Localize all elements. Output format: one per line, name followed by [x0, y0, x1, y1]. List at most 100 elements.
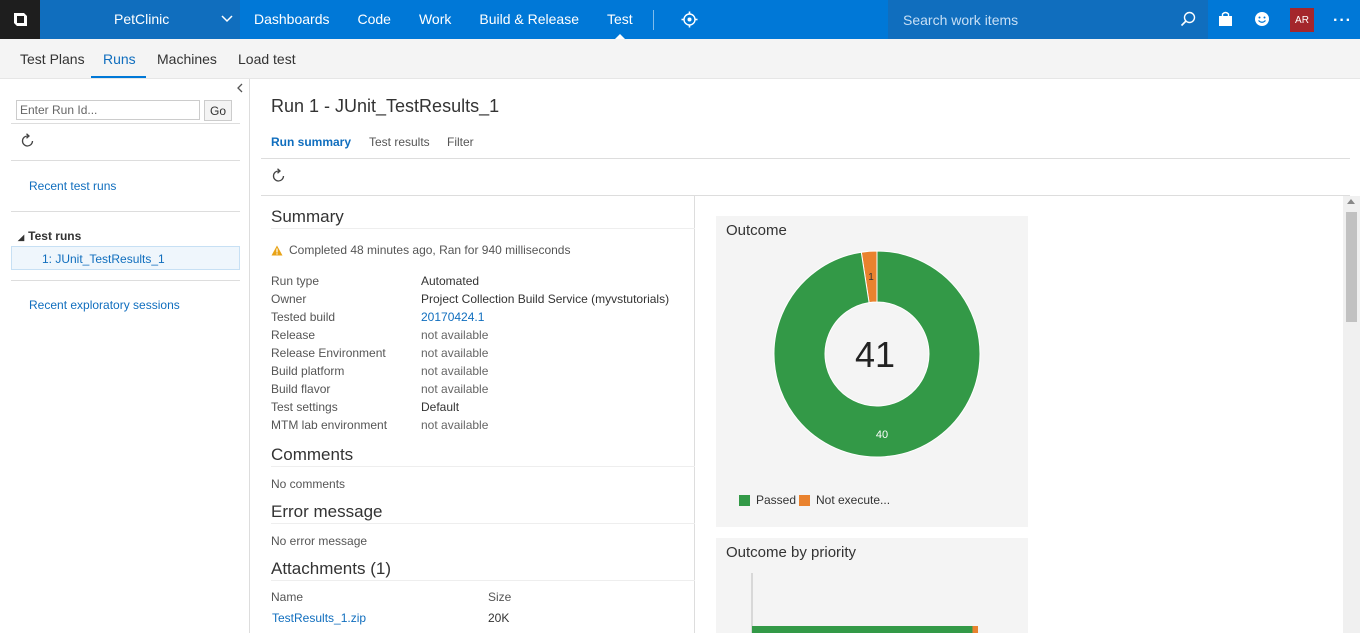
legend-passed: Passed	[739, 493, 796, 507]
data-label-not-executed: 1	[868, 272, 874, 283]
more-options-icon[interactable]: ···	[1333, 12, 1352, 30]
tab-run-summary[interactable]: Run summary	[271, 135, 351, 149]
scroll-up-arrow-icon[interactable]	[1347, 199, 1355, 204]
field-label: Release Environment	[271, 346, 386, 360]
field-label: Owner	[271, 292, 307, 306]
test-runs-header-label: Test runs	[28, 229, 82, 243]
legend-swatch-passed	[739, 494, 750, 506]
nav-work[interactable]: Work	[419, 0, 479, 39]
tab-runs[interactable]: Runs	[103, 51, 136, 67]
field-value: not available	[421, 364, 489, 378]
field-label: Run type	[271, 274, 320, 288]
divider	[11, 211, 240, 212]
avatar[interactable]: AR	[1290, 8, 1314, 32]
outcome-by-priority-chart[interactable]	[716, 573, 1028, 633]
nav-test[interactable]: Test	[607, 0, 647, 39]
legend-not-executed: Not execute...	[799, 493, 890, 507]
divider	[271, 466, 695, 467]
legend-label: Passed	[756, 493, 797, 507]
field-label: Test settings	[271, 400, 338, 414]
scroll-thumb[interactable]	[1346, 212, 1357, 322]
outcome-chart-title: Outcome	[726, 222, 787, 239]
go-button[interactable]: Go	[204, 100, 232, 121]
test-run-item[interactable]: 1: JUnit_TestResults_1	[11, 246, 240, 270]
run-id-input[interactable]	[16, 100, 200, 120]
field-value: not available	[421, 346, 489, 360]
collapse-pane-icon[interactable]	[236, 83, 244, 96]
tab-test-results[interactable]: Test results	[369, 135, 430, 149]
attachments-column-name: Name	[271, 590, 304, 604]
nav-dashboards[interactable]: Dashboards	[254, 0, 358, 39]
outcome-by-priority-title: Outcome by priority	[726, 544, 857, 561]
field-label: MTM lab environment	[271, 418, 388, 432]
scrollbar[interactable]	[1343, 196, 1360, 633]
field-label: Tested build	[271, 310, 336, 324]
tab-machines[interactable]: Machines	[157, 51, 217, 67]
bar-passed[interactable]	[752, 626, 973, 633]
attachment-link[interactable]: TestResults_1.zip	[272, 611, 366, 625]
legend-label: Not execute...	[816, 493, 891, 507]
field-value: not available	[421, 328, 489, 342]
tab-load-test[interactable]: Load test	[238, 51, 296, 67]
top-bar: PetClinic Dashboards Code Work Build & R…	[0, 0, 1360, 39]
nav-separator	[653, 10, 654, 30]
active-tab-underline	[91, 76, 146, 78]
nav-build-release[interactable]: Build & Release	[479, 0, 607, 39]
nav-code[interactable]: Code	[358, 0, 419, 39]
divider	[11, 280, 240, 281]
left-pane: Go Recent test runs ◢Test runs 1: JUnit_…	[0, 79, 250, 633]
field-value: Automated	[421, 274, 480, 288]
tested-build-link[interactable]: 20170424.1	[421, 310, 484, 324]
search-input[interactable]	[888, 0, 1168, 39]
outcome-chart-card: Outcome 1 40 41 Passed Not execute...	[716, 216, 1028, 527]
run-status: Completed 48 minutes ago, Ran for 940 mi…	[271, 243, 570, 257]
refresh-icon[interactable]	[271, 168, 287, 187]
run-status-text: Completed 48 minutes ago, Ran for 940 mi…	[289, 243, 571, 257]
comments-heading: Comments	[271, 445, 354, 464]
divider	[271, 523, 695, 524]
divider	[11, 123, 240, 124]
field-value: not available	[421, 382, 489, 396]
data-label-passed: 40	[876, 429, 888, 441]
gear-icon[interactable]	[681, 11, 698, 31]
legend-swatch-not-executed	[799, 494, 810, 506]
project-name: PetClinic	[114, 11, 170, 27]
search-icon[interactable]	[1180, 11, 1196, 30]
expand-triangle-icon: ◢	[18, 233, 25, 242]
attachment-size: 20K	[488, 611, 510, 625]
comments-text: No comments	[271, 477, 346, 491]
summary-column: Summary Completed 48 minutes ago, Ran fo…	[261, 196, 695, 633]
tab-test-plans[interactable]: Test Plans	[20, 51, 85, 67]
sub-nav: Test Plans Runs Machines Load test	[0, 39, 1360, 79]
recent-test-runs-link[interactable]: Recent test runs	[29, 179, 116, 193]
marketplace-bag-icon[interactable]	[1218, 11, 1233, 30]
field-value: Default	[421, 400, 460, 414]
outcome-donut-chart[interactable]: 1 40 41	[716, 246, 1028, 506]
tab-filter[interactable]: Filter	[447, 135, 474, 149]
vsts-logo-icon[interactable]	[0, 0, 40, 39]
divider	[261, 158, 1350, 159]
error-message-text: No error message	[271, 534, 368, 548]
feedback-smiley-icon[interactable]	[1254, 11, 1270, 30]
chevron-down-icon	[220, 9, 234, 32]
project-selector[interactable]: PetClinic	[40, 0, 240, 39]
attachments-heading: Attachments (1)	[271, 559, 391, 578]
field-label: Build flavor	[271, 382, 331, 396]
field-label: Release	[271, 328, 316, 342]
search-box	[888, 0, 1208, 39]
refresh-icon[interactable]	[20, 133, 36, 152]
divider	[271, 228, 695, 229]
page-title: Run 1 - JUnit_TestResults_1	[271, 96, 500, 116]
hub-nav: Dashboards Code Work Build & Release Tes…	[254, 0, 647, 39]
test-runs-header[interactable]: ◢ Test runs	[18, 229, 81, 243]
error-message-heading: Error message	[271, 502, 383, 521]
field-label: Build platform	[271, 364, 345, 378]
total-count-label: 41	[855, 334, 895, 375]
field-value: Project Collection Build Service (myvstu…	[421, 292, 670, 306]
divider	[271, 580, 695, 581]
divider	[11, 160, 240, 161]
summary-heading: Summary	[271, 207, 344, 226]
recent-exploratory-sessions-link[interactable]: Recent exploratory sessions	[29, 298, 180, 312]
bar-not-executed[interactable]	[972, 626, 978, 633]
field-value: not available	[421, 418, 489, 432]
